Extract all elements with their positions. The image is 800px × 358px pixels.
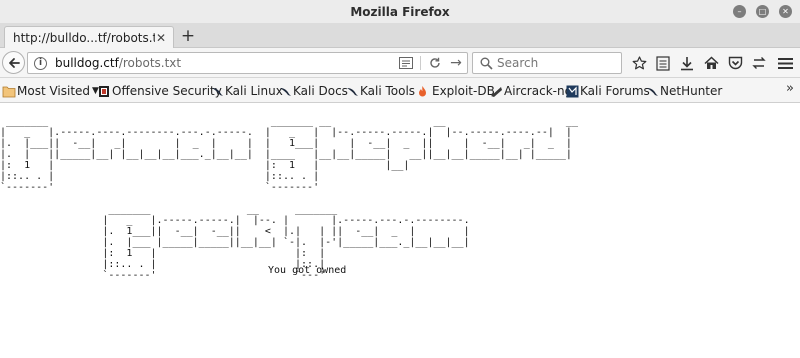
- sync-icon[interactable]: [750, 54, 768, 72]
- bookmark-label: Kali Forums: [580, 84, 650, 98]
- tab-robots[interactable]: http://bulldo...tf/robots.txt ✕: [4, 26, 174, 49]
- url-bar[interactable]: i bulldog.ctf/robots.txt →: [27, 52, 468, 74]
- bookmarks-toolbar: Most Visited ▼ Offensive Security Kali L…: [0, 78, 800, 103]
- bookmark-star-icon[interactable]: [630, 54, 648, 72]
- bookmark-aircrack-ng[interactable]: Aircrack-ng: [489, 82, 572, 100]
- bookmark-label: Kali Linux: [225, 84, 283, 98]
- home-icon[interactable]: [702, 54, 720, 72]
- reader-view-icon[interactable]: [396, 53, 416, 73]
- hamburger-menu-icon[interactable]: [776, 54, 794, 72]
- maximize-icon[interactable]: □: [756, 5, 769, 18]
- page-content: _______ _______ __ __ __ | _ |.-----.---…: [0, 104, 800, 358]
- aircrack-icon: [489, 84, 503, 98]
- tab-close-icon[interactable]: ✕: [155, 31, 167, 45]
- bookmark-label: NetHunter: [660, 84, 723, 98]
- bookmark-offensive-security[interactable]: Offensive Security: [97, 82, 222, 100]
- pocket-icon[interactable]: [726, 54, 744, 72]
- ascii-art-banner: _______ _______ __ __ __ | _ |.-----.---…: [0, 116, 578, 281]
- bookmark-label: Offensive Security: [112, 84, 222, 98]
- bookmark-kali-forums[interactable]: Kali Forums: [565, 82, 650, 100]
- bookmark-kali-tools[interactable]: Kali Tools: [345, 82, 415, 100]
- window-controls: – □ ✕: [733, 5, 792, 18]
- url-host: bulldog.ctf: [55, 56, 119, 70]
- url-path: /robots.txt: [118, 56, 182, 70]
- reload-icon[interactable]: [425, 53, 445, 73]
- site-info-icon[interactable]: i: [34, 56, 47, 70]
- kali-forums-icon: [565, 84, 579, 98]
- bookmark-nethunter[interactable]: NetHunter: [645, 82, 722, 100]
- search-bar[interactable]: [472, 52, 622, 74]
- kali-dragon-icon: [645, 84, 659, 98]
- search-icon: [477, 54, 495, 72]
- close-window-icon[interactable]: ✕: [779, 5, 792, 18]
- bookmark-label: Aircrack-ng: [504, 84, 573, 98]
- tab-label: http://bulldo...tf/robots.txt: [13, 31, 155, 45]
- kali-dragon-icon: [345, 84, 359, 98]
- offsec-icon: [97, 84, 111, 98]
- bookmark-label: Kali Docs: [293, 84, 348, 98]
- window-title: Mozilla Firefox: [350, 4, 450, 19]
- downloads-icon[interactable]: [678, 54, 696, 72]
- url-text[interactable]: bulldog.ctf/robots.txt: [55, 56, 396, 70]
- go-arrow-icon[interactable]: →: [445, 53, 467, 73]
- bookmark-label: Most Visited: [17, 84, 91, 98]
- bookmarks-overflow-icon[interactable]: »: [786, 81, 794, 96]
- new-tab-icon[interactable]: +: [180, 27, 196, 45]
- back-button[interactable]: [2, 51, 25, 74]
- owned-message: You got owned: [268, 265, 347, 276]
- url-separator: [420, 56, 421, 70]
- bookmark-label: Kali Tools: [360, 84, 416, 98]
- window-titlebar: Mozilla Firefox – □ ✕: [0, 0, 800, 24]
- search-input[interactable]: [497, 56, 617, 70]
- bookmark-kali-linux[interactable]: Kali Linux: [210, 82, 283, 100]
- bookmark-exploit-db[interactable]: Exploit-DB: [415, 82, 495, 100]
- bookmark-kali-docs[interactable]: Kali Docs: [278, 82, 348, 100]
- kali-dragon-icon: [210, 84, 224, 98]
- minimize-icon[interactable]: –: [733, 5, 746, 18]
- bookmark-most-visited[interactable]: Most Visited ▼: [2, 82, 99, 100]
- tab-strip: http://bulldo...tf/robots.txt ✕ +: [0, 24, 800, 49]
- folder-icon: [2, 84, 16, 98]
- kali-dragon-icon: [278, 84, 292, 98]
- bookmark-label: Exploit-DB: [432, 84, 495, 98]
- reading-list-icon[interactable]: [654, 54, 672, 72]
- navigation-bar: i bulldog.ctf/robots.txt →: [0, 48, 800, 78]
- back-arrow-icon: [8, 57, 20, 68]
- exploitdb-icon: [415, 84, 429, 98]
